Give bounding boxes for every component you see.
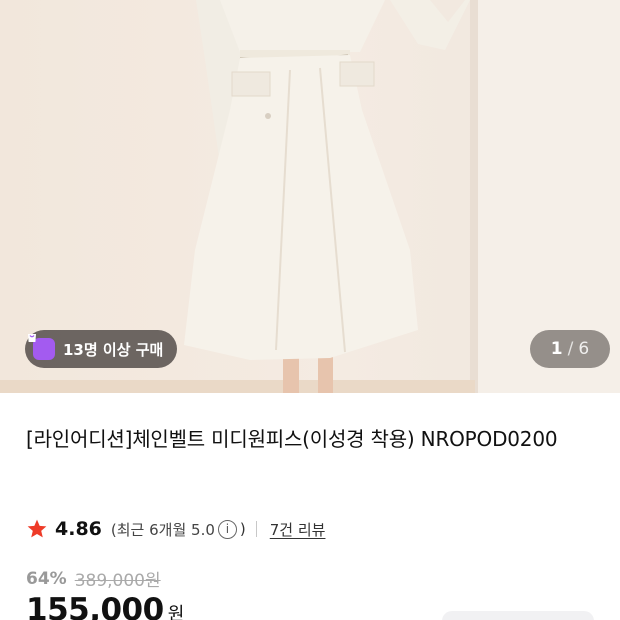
- rating-row: 4.86 (최근 6개월 5.0 i ) 7건 리뷰: [26, 512, 325, 546]
- recent-rating-text: (최근 6개월 5.0: [110, 520, 215, 539]
- discount-row: 64% 389,000원: [26, 566, 161, 592]
- rating-score: 4.86: [55, 518, 102, 540]
- recent-rating-close: ): [239, 520, 246, 538]
- reviews-link[interactable]: 7건 리뷰: [270, 519, 326, 540]
- total-image-count: 6: [578, 339, 590, 359]
- counter-separator: /: [567, 339, 574, 359]
- product-image[interactable]: 13명 이상 구매 1 / 6: [0, 0, 620, 393]
- image-page-counter: 1 / 6: [530, 330, 610, 368]
- original-price: 389,000원: [74, 571, 161, 591]
- shopping-bag-icon: [28, 334, 55, 360]
- sale-price: 155,000 원: [26, 592, 184, 620]
- sale-price-currency: 원: [167, 604, 185, 620]
- purchase-count-badge: 13명 이상 구매: [25, 330, 178, 368]
- sale-price-value: 155,000: [26, 592, 164, 620]
- divider: [255, 521, 257, 537]
- purchase-count-text: 13명 이상 구매: [63, 340, 164, 359]
- coupon-button[interactable]: [442, 611, 594, 620]
- discount-rate: 64%: [26, 568, 67, 589]
- product-title: [라인어디션]체인벨트 미디원피스(이성경 착용) NROPOD0200: [26, 427, 558, 451]
- current-image-index: 1: [550, 339, 563, 359]
- star-icon: [27, 519, 47, 538]
- info-icon[interactable]: i: [217, 519, 237, 539]
